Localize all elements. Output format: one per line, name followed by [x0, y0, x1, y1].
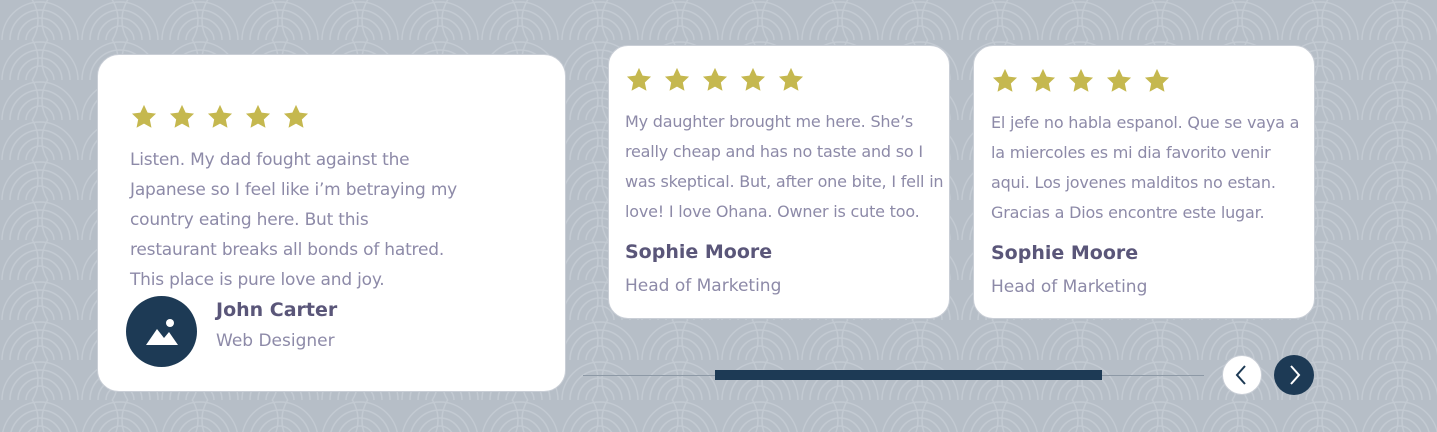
reviewer-name: Sophie Moore — [625, 241, 773, 263]
reviewer-role: Web Designer — [216, 331, 335, 351]
reviewer-role: Head of Marketing — [991, 277, 1148, 297]
star-icon — [245, 104, 271, 128]
star-icon — [740, 67, 766, 91]
star-icon — [1068, 68, 1094, 92]
reviewer-role: Head of Marketing — [625, 276, 782, 296]
testimonial-card-featured: Listen. My dad fought against the Japane… — [97, 54, 566, 392]
avatar — [126, 296, 197, 367]
reviewer-name: Sophie Moore — [991, 242, 1139, 264]
star-rating — [991, 67, 1171, 95]
review-text: My daughter brought me here. She’s reall… — [625, 112, 944, 221]
star-icon — [1030, 68, 1056, 92]
star-icon — [664, 67, 690, 91]
star-icon — [207, 104, 233, 128]
next-button[interactable] — [1274, 355, 1314, 395]
star-icon — [1144, 68, 1170, 92]
star-icon — [1106, 68, 1132, 92]
star-rating — [130, 103, 310, 131]
star-icon — [169, 104, 195, 128]
star-icon — [992, 68, 1018, 92]
star-icon — [778, 67, 804, 91]
review-text: El jefe no habla espanol. Que se vaya a … — [991, 113, 1300, 222]
testimonial-card: El jefe no habla espanol. Que se vaya a … — [973, 45, 1315, 319]
chevron-left-icon — [1235, 365, 1246, 385]
chevron-right-icon — [1290, 365, 1301, 385]
review-text: Listen. My dad fought against the Japane… — [130, 150, 458, 290]
reviewer-name: John Carter — [216, 299, 338, 321]
image-placeholder-icon — [145, 318, 178, 345]
testimonial-card: My daughter brought me here. She’s reall… — [608, 45, 950, 319]
previous-button[interactable] — [1222, 355, 1262, 395]
star-icon — [626, 67, 652, 91]
star-icon — [283, 104, 309, 128]
star-rating — [625, 66, 805, 94]
star-icon — [702, 67, 728, 91]
star-icon — [131, 104, 157, 128]
slider-progress-bar[interactable] — [715, 370, 1102, 380]
